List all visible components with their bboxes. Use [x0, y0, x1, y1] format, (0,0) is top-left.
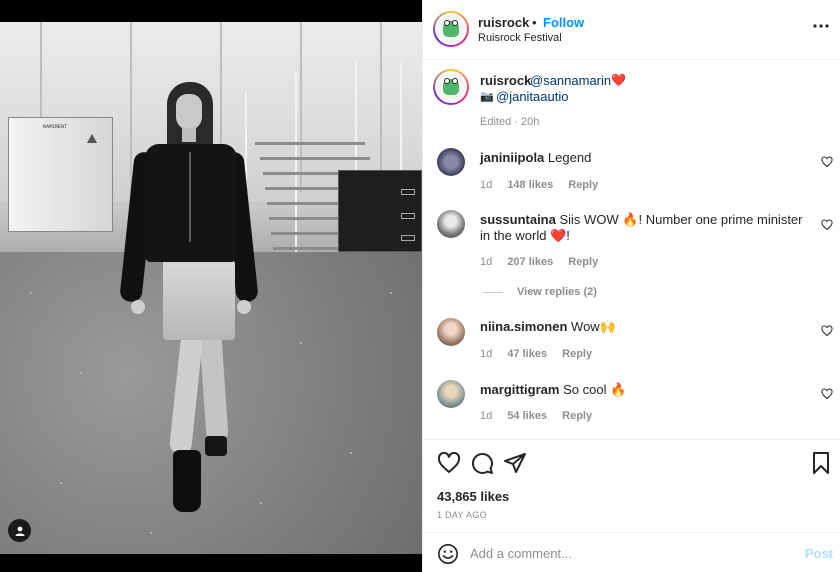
post-media-panel: RAMIRENT	[0, 0, 422, 572]
divider-line	[483, 291, 503, 293]
post-actions-section: 43,865 likes 1 DAY AGO Post	[423, 439, 840, 571]
comment-username[interactable]: niina.simonen	[480, 319, 567, 334]
comment-time: 1d	[480, 410, 493, 422]
comment-likes[interactable]: 148 likes	[507, 179, 553, 191]
post-comment-button[interactable]: Post	[805, 546, 833, 561]
more-options-button[interactable]	[811, 16, 831, 36]
comment-time: 1d	[480, 179, 493, 191]
user-tag-button[interactable]	[8, 519, 31, 542]
view-replies-label: View replies (2)	[517, 286, 597, 298]
comment-username[interactable]: janiniipola	[480, 150, 544, 165]
heart-icon[interactable]	[821, 219, 833, 231]
reply-button[interactable]: Reply	[562, 410, 592, 422]
comment-composer: Post	[423, 532, 840, 572]
bookmark-icon[interactable]	[809, 451, 833, 475]
reply-button[interactable]: Reply	[568, 256, 598, 268]
cabinet-label: RAMIRENT	[43, 124, 68, 130]
comment-input[interactable]	[470, 542, 790, 564]
comment-likes[interactable]: 47 likes	[507, 348, 547, 360]
heart-icon[interactable]	[821, 388, 833, 400]
comment-username[interactable]: margittigram	[480, 382, 559, 397]
heart-icon[interactable]	[821, 156, 833, 168]
heart-emoji: ❤️	[611, 73, 626, 87]
commenter-avatar[interactable]	[437, 380, 465, 408]
view-replies-button[interactable]: View replies (2)	[483, 286, 597, 298]
share-icon[interactable]	[503, 451, 527, 475]
heart-icon[interactable]	[821, 325, 833, 337]
author-avatar[interactable]	[433, 11, 469, 47]
comment-icon[interactable]	[470, 451, 494, 475]
woman-walking	[119, 82, 260, 522]
comment-text: Legend	[547, 150, 592, 165]
post-timestamp: 1 DAY AGO	[437, 510, 487, 520]
post-header: ruisrock • Follow Ruisrock Festival	[423, 0, 840, 60]
heart-icon[interactable]	[437, 451, 461, 475]
reply-button[interactable]: Reply	[568, 179, 598, 191]
commenter-avatar[interactable]	[437, 148, 465, 176]
post-location[interactable]: Ruisrock Festival	[478, 32, 562, 44]
follow-button[interactable]: Follow	[543, 15, 584, 30]
comment-time: 1d	[480, 348, 493, 360]
separator-dot: •	[532, 15, 537, 30]
comment-username[interactable]: sussuntaina	[480, 212, 556, 227]
post-photo[interactable]: RAMIRENT	[0, 22, 422, 554]
more-options-icon	[813, 24, 829, 28]
likes-count[interactable]: 43,865 likes	[437, 489, 509, 504]
caption-avatar[interactable]	[433, 69, 469, 105]
instagram-post-view: RAMIRENT ruisrock • Follow Ruisrock Fest…	[0, 0, 840, 572]
caption-mention[interactable]: @sannamarin	[530, 73, 611, 88]
photo-credit-mention[interactable]: @janitaautio	[496, 89, 568, 104]
road-case	[338, 170, 422, 252]
comment-text: Wow🙌	[571, 319, 616, 334]
camera-emoji: 📷	[480, 91, 494, 103]
post-side-panel: ruisrock • Follow Ruisrock Festival ruis…	[422, 0, 840, 572]
comment-likes[interactable]: 207 likes	[507, 256, 553, 268]
comment-time: 1d	[480, 256, 493, 268]
caption-meta: Edited · 20h	[480, 116, 540, 128]
comment-text: So cool 🔥	[563, 382, 627, 397]
emoji-icon[interactable]	[437, 543, 459, 565]
commenter-avatar[interactable]	[437, 318, 465, 346]
comment-likes[interactable]: 54 likes	[507, 410, 547, 422]
warning-sign-icon	[87, 134, 97, 143]
caption-username[interactable]: ruisrock	[480, 73, 531, 88]
user-tag-icon	[15, 526, 24, 536]
reply-button[interactable]: Reply	[562, 348, 592, 360]
author-username[interactable]: ruisrock	[478, 15, 529, 30]
commenter-avatar[interactable]	[437, 210, 465, 238]
electrical-cabinet: RAMIRENT	[8, 117, 113, 232]
